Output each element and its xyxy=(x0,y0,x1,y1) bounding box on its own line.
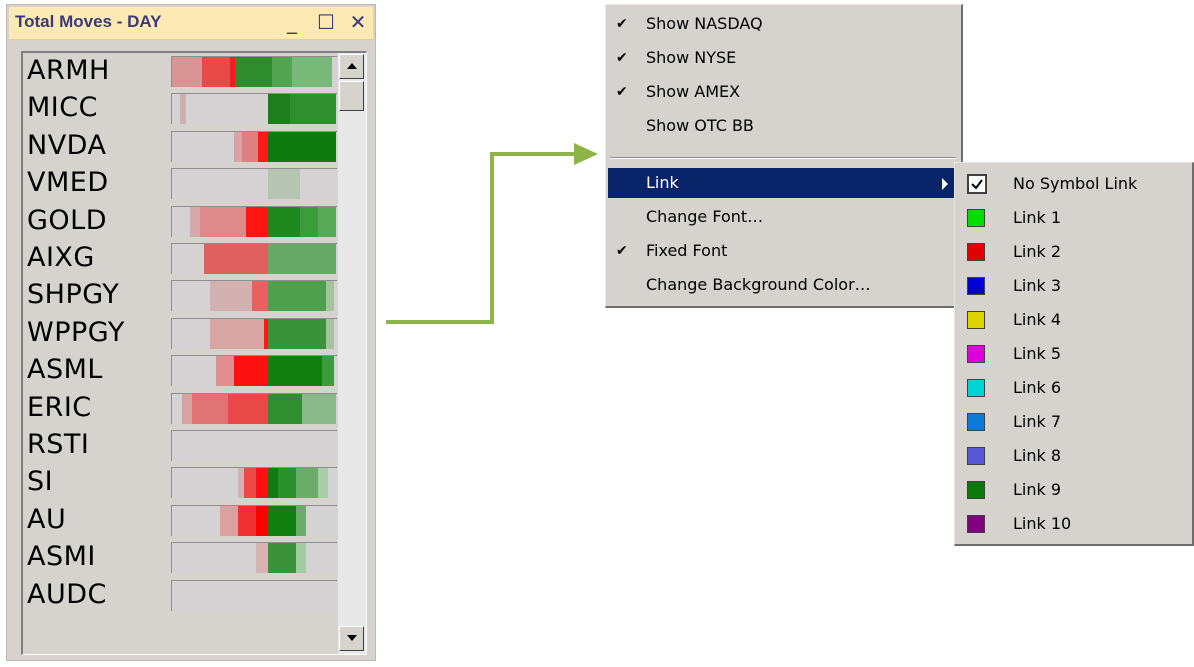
submenu-item-label: Link 8 xyxy=(1013,446,1062,465)
checkmark-icon: ✔ xyxy=(616,16,628,32)
link-submenu: No Symbol Link Link 1 Link 2 Link 3 Link 4 Li… xyxy=(954,162,1194,546)
menu-separator xyxy=(610,157,956,159)
submenu-item-link-2[interactable]: Link 2 xyxy=(957,235,1189,269)
checkbox-checked-icon xyxy=(967,174,987,194)
menu-item-label: Show OTC BB xyxy=(646,116,754,135)
menu-item-change-background-color[interactable]: Change Background Color… xyxy=(608,270,958,300)
color-swatch-icon xyxy=(967,379,985,397)
menu-item-show-nasdaq[interactable]: ✔ Show NASDAQ xyxy=(608,9,958,39)
menu-item-show-amex[interactable]: ✔ Show AMEX xyxy=(608,77,958,107)
menu-item-label: Show NASDAQ xyxy=(646,14,763,33)
context-menu: ✔ Show NASDAQ ✔ Show NYSE ✔ Show AMEX Show OTC… xyxy=(605,4,963,308)
submenu-item-label: Link 10 xyxy=(1013,514,1072,533)
color-swatch-icon xyxy=(967,447,985,465)
menu-item-label: Fixed Font xyxy=(646,241,728,260)
submenu-item-label: No Symbol Link xyxy=(1013,174,1138,193)
color-swatch-icon xyxy=(967,515,985,533)
submenu-item-label: Link 5 xyxy=(1013,344,1062,363)
submenu-item-link-3[interactable]: Link 3 xyxy=(957,269,1189,303)
submenu-item-label: Link 6 xyxy=(1013,378,1062,397)
checkmark-icon: ✔ xyxy=(616,243,628,259)
menu-item-change-font[interactable]: Change Font… xyxy=(608,202,958,232)
color-swatch-icon xyxy=(967,243,985,261)
submenu-item-label: Link 3 xyxy=(1013,276,1062,295)
menu-item-show-otc-bb[interactable]: Show OTC BB xyxy=(608,111,958,141)
checkmark-icon: ✔ xyxy=(616,50,628,66)
color-swatch-icon xyxy=(967,209,985,227)
color-swatch-icon xyxy=(967,413,985,431)
menu-item-label: Change Background Color… xyxy=(646,275,871,294)
color-swatch-icon xyxy=(967,277,985,295)
menu-item-label: Show AMEX xyxy=(646,82,741,101)
submenu-item-link-4[interactable]: Link 4 xyxy=(957,303,1189,337)
menu-item-link[interactable]: Link xyxy=(608,168,958,198)
submenu-item-link-6[interactable]: Link 6 xyxy=(957,371,1189,405)
submenu-item-label: Link 4 xyxy=(1013,310,1062,329)
submenu-item-no-symbol-link[interactable]: No Symbol Link xyxy=(957,167,1189,201)
menu-item-fixed-font[interactable]: ✔ Fixed Font xyxy=(608,236,958,266)
submenu-item-link-9[interactable]: Link 9 xyxy=(957,473,1189,507)
checkmark-icon: ✔ xyxy=(616,84,628,100)
submenu-item-link-5[interactable]: Link 5 xyxy=(957,337,1189,371)
menu-item-label: Show NYSE xyxy=(646,48,737,67)
submenu-item-label: Link 2 xyxy=(1013,242,1062,261)
submenu-item-link-1[interactable]: Link 1 xyxy=(957,201,1189,235)
color-swatch-icon xyxy=(967,345,985,363)
submenu-item-label: Link 9 xyxy=(1013,480,1062,499)
submenu-item-link-8[interactable]: Link 8 xyxy=(957,439,1189,473)
submenu-arrow-icon xyxy=(942,178,948,190)
menu-item-show-nyse[interactable]: ✔ Show NYSE xyxy=(608,43,958,73)
submenu-item-link-7[interactable]: Link 7 xyxy=(957,405,1189,439)
submenu-item-label: Link 7 xyxy=(1013,412,1062,431)
color-swatch-icon xyxy=(967,481,985,499)
submenu-item-link-10[interactable]: Link 10 xyxy=(957,507,1189,541)
color-swatch-icon xyxy=(967,311,985,329)
menu-item-label: Link xyxy=(646,173,679,192)
menu-item-label: Change Font… xyxy=(646,207,764,226)
submenu-item-label: Link 1 xyxy=(1013,208,1062,227)
